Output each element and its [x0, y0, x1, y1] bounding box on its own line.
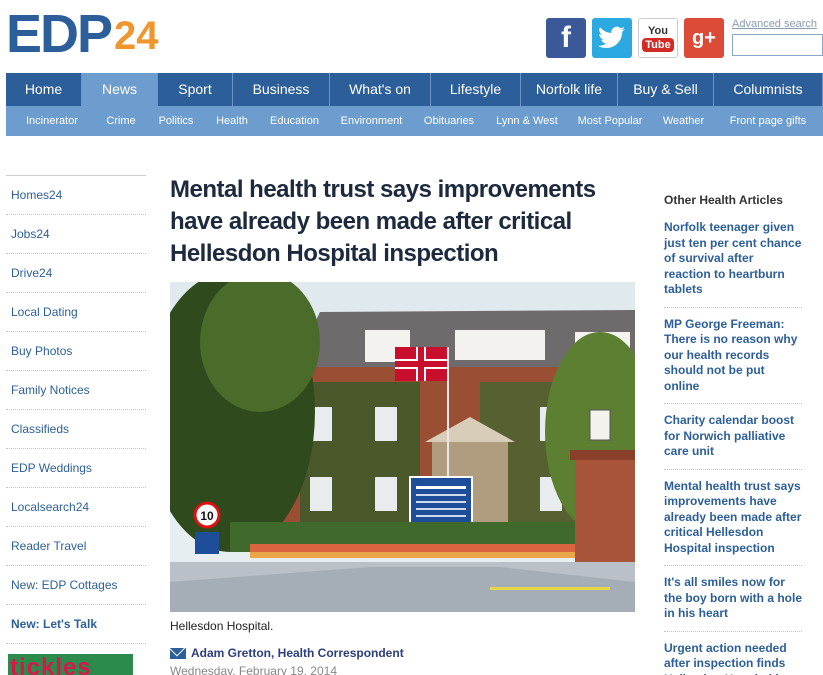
author-link[interactable]: Adam Gretton, Health Correspondent [191, 646, 404, 660]
subnav-item-education[interactable]: Education [256, 106, 333, 136]
subnav-item-lynn-west[interactable]: Lynn & West [488, 106, 566, 136]
nav-item-news[interactable]: News [82, 73, 158, 106]
left-nav-item-classifieds[interactable]: Classifieds [6, 410, 146, 449]
nav-item-sport[interactable]: Sport [158, 73, 233, 106]
left-nav-item-family-notices[interactable]: Family Notices [6, 371, 146, 410]
left-nav-item-new-let-s-talk[interactable]: New: Let's Talk [6, 605, 146, 644]
site-logo[interactable]: EDP 24 [6, 4, 159, 64]
email-icon[interactable] [170, 647, 186, 659]
sub-nav: Incinerator Crime Politics Health Education E… [6, 106, 823, 136]
left-nav-item-local-dating[interactable]: Local Dating [6, 293, 146, 332]
twitter-icon[interactable] [592, 18, 632, 58]
nav-item-columnists[interactable]: Columnists [714, 73, 823, 106]
facebook-glyph: f [561, 21, 571, 54]
subnav-item-incinerator[interactable]: Incinerator [6, 106, 98, 136]
google-plus-glyph: g+ [692, 26, 716, 49]
tickles-banner[interactable]: tickles [8, 654, 133, 675]
main-nav: Home News Sport Business What's on Lifestyle N… [6, 73, 823, 106]
other-health-articles: Other Health Articles Norfolk teenager g… [664, 193, 802, 675]
related-article-link[interactable]: It's all smiles now for the boy born wit… [664, 575, 802, 632]
subnav-item-front-page-gifts[interactable]: Front page gifts [713, 106, 823, 136]
related-article-link[interactable]: MP George Freeman: There is no reason wh… [664, 317, 802, 404]
related-article-link[interactable]: Urgent action needed after inspection fi… [664, 641, 802, 675]
subnav-item-crime[interactable]: Crime [98, 106, 144, 136]
left-nav-item-drive24[interactable]: Drive24 [6, 254, 146, 293]
advanced-search-link[interactable]: Advanced search [732, 18, 817, 30]
hospital-photo-illustration: 10 [170, 282, 635, 612]
article-headline: Mental health trust says improvements ha… [170, 176, 596, 267]
tickles-banner-text: tickles [10, 654, 92, 675]
social-links: f You Tube g+ [546, 18, 724, 58]
speed-limit-sign-text: 10 [200, 509, 214, 523]
nav-item-lifestyle[interactable]: Lifestyle [431, 73, 521, 106]
twitter-bird-icon [598, 26, 625, 49]
left-nav-item-localsearch24[interactable]: Localsearch24 [6, 488, 146, 527]
byline: Adam Gretton, Health Correspondent [170, 646, 404, 660]
subnav-item-obituaries[interactable]: Obituaries [410, 106, 488, 136]
youtube-you-text: You [648, 24, 668, 37]
subnav-item-politics[interactable]: Politics [144, 106, 208, 136]
related-article-link[interactable]: Charity calendar boost for Norwich palli… [664, 413, 802, 470]
subnav-item-most-popular[interactable]: Most Popular [566, 106, 654, 136]
subnav-item-health[interactable]: Health [208, 106, 256, 136]
nav-item-what-s-on[interactable]: What's on [330, 73, 431, 106]
left-nav-item-edp-weddings[interactable]: EDP Weddings [6, 449, 146, 488]
related-article-link[interactable]: Norfolk teenager given just ten per cent… [664, 220, 802, 308]
article-date: Wednesday, February 19, 2014 [170, 664, 337, 675]
article-photo[interactable]: 10 [170, 282, 635, 612]
youtube-icon[interactable]: You Tube [638, 18, 678, 58]
left-nav: Homes24 Jobs24 Drive24 Local Dating Buy Phot… [6, 175, 146, 644]
left-nav-item-reader-travel[interactable]: Reader Travel [6, 527, 146, 566]
subnav-item-weather[interactable]: Weather [654, 106, 713, 136]
left-nav-item-new-edp-cottages[interactable]: New: EDP Cottages [6, 566, 146, 605]
left-nav-item-buy-photos[interactable]: Buy Photos [6, 332, 146, 371]
nav-item-norfolk-life[interactable]: Norfolk life [521, 73, 618, 106]
left-nav-item-jobs24[interactable]: Jobs24 [6, 215, 146, 254]
logo-24-text: 24 [114, 14, 159, 58]
google-plus-icon[interactable]: g+ [684, 18, 724, 58]
nav-item-business[interactable]: Business [233, 73, 330, 106]
subnav-item-environment[interactable]: Environment [333, 106, 410, 136]
photo-caption: Hellesdon Hospital. [170, 619, 274, 633]
facebook-icon[interactable]: f [546, 18, 586, 58]
search-input[interactable] [732, 34, 823, 56]
nav-item-buy-sell[interactable]: Buy & Sell [618, 73, 714, 106]
related-article-link[interactable]: Mental health trust says improvements ha… [664, 479, 802, 566]
other-articles-heading: Other Health Articles [664, 193, 783, 207]
left-nav-item-homes24[interactable]: Homes24 [6, 176, 146, 215]
nav-item-home[interactable]: Home [6, 73, 82, 106]
logo-edp-text: EDP [6, 4, 113, 64]
youtube-tube-text: Tube [642, 37, 674, 52]
